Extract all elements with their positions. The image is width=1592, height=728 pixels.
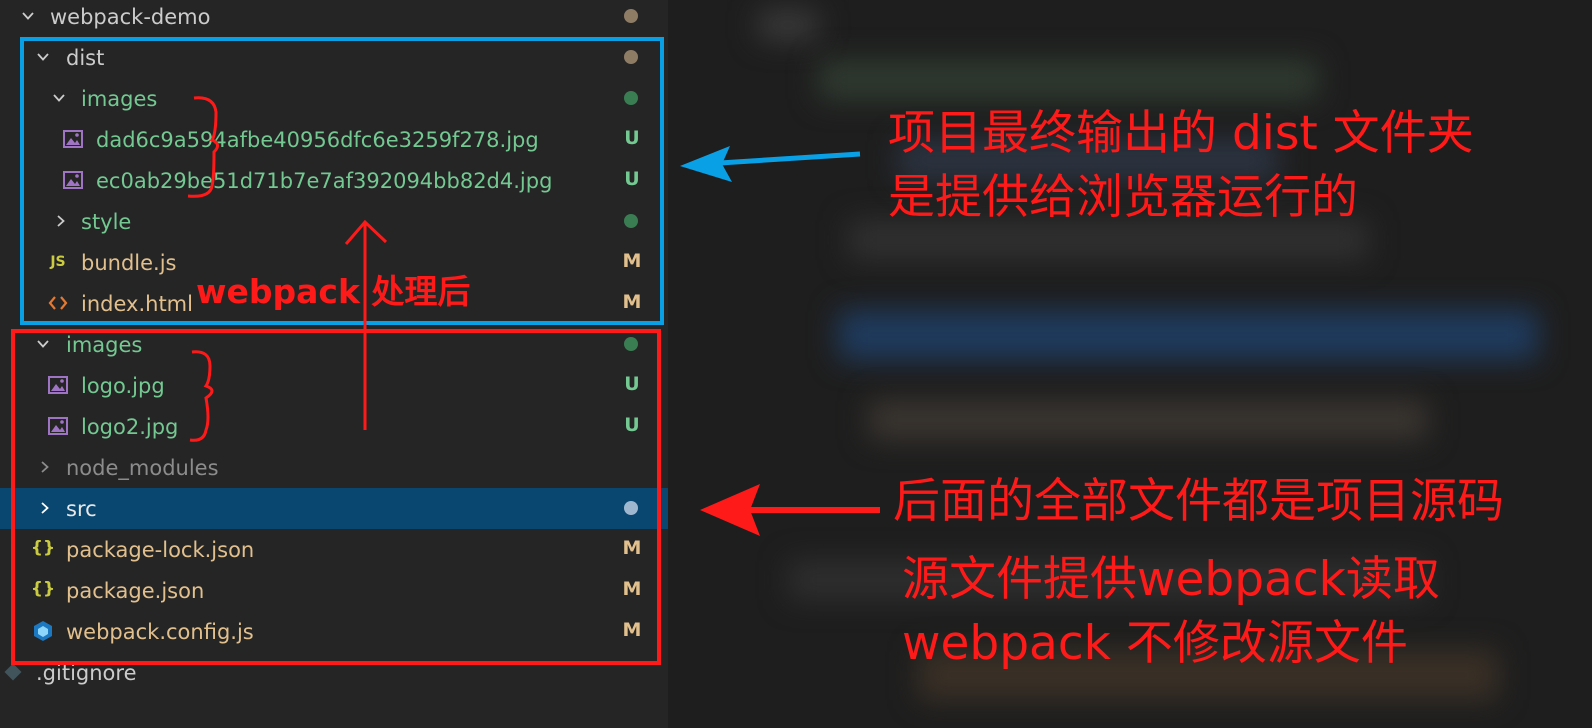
image-file-icon bbox=[62, 169, 84, 191]
html-file-icon bbox=[47, 292, 69, 314]
git-status-badge: U bbox=[624, 414, 640, 436]
tree-item-src[interactable]: src bbox=[0, 488, 668, 529]
tree-item-file[interactable]: webpack.config.js M bbox=[0, 611, 668, 652]
tree-item-label: src bbox=[66, 496, 97, 521]
tree-item-root[interactable]: webpack-demo bbox=[0, 0, 668, 37]
blur-block bbox=[848, 220, 1368, 260]
src-note-line3: webpack 不修改源文件 bbox=[902, 616, 1408, 671]
js-file-icon: JS bbox=[50, 254, 66, 270]
json-file-icon: {} bbox=[30, 538, 56, 558]
status-dot bbox=[624, 50, 638, 64]
tree-item-dist-images[interactable]: images bbox=[0, 78, 668, 119]
git-status-badge: M bbox=[622, 250, 642, 272]
status-dot bbox=[624, 337, 638, 351]
tree-item-label: logo.jpg bbox=[81, 373, 165, 398]
git-file-icon bbox=[2, 661, 24, 683]
src-note-line2: 源文件提供webpack读取 bbox=[902, 552, 1440, 607]
json-file-icon: {} bbox=[30, 579, 56, 599]
git-status-badge: M bbox=[622, 578, 642, 600]
git-status-badge: U bbox=[624, 168, 640, 190]
tree-item-label: node_modules bbox=[66, 455, 219, 480]
image-file-icon bbox=[62, 128, 84, 150]
tree-item-label: dad6c9a594afbe40956dfc6e3259f278.jpg bbox=[96, 127, 539, 152]
tree-item-label: logo2.jpg bbox=[81, 414, 179, 439]
tree-item-images[interactable]: images bbox=[0, 324, 668, 365]
dist-note-line2: 是提供给浏览器运行的 bbox=[888, 170, 1358, 225]
tree-item-label: ec0ab29be51d71b7e7af392094bb82d4.jpg bbox=[96, 168, 553, 193]
tree-item-label: package.json bbox=[66, 578, 205, 603]
tree-item-label: dist bbox=[66, 45, 105, 70]
root-folder-label: webpack-demo bbox=[50, 4, 211, 29]
tree-item-file[interactable]: logo.jpg U bbox=[0, 365, 668, 406]
chevron-right-icon bbox=[38, 460, 52, 474]
image-file-icon bbox=[47, 374, 69, 396]
git-status-badge: M bbox=[622, 291, 642, 313]
tree-item-file[interactable]: {} package-lock.json M bbox=[0, 529, 668, 570]
process-note: webpack 处理后 bbox=[196, 272, 471, 311]
tree-item-label: bundle.js bbox=[81, 250, 177, 275]
image-file-icon bbox=[47, 415, 69, 437]
chevron-right-icon bbox=[38, 501, 52, 515]
blur-block bbox=[868, 400, 1428, 440]
tree-item-label: images bbox=[66, 332, 143, 357]
chevron-right-icon bbox=[54, 214, 68, 228]
blur-block bbox=[838, 310, 1538, 360]
tree-item-dist[interactable]: dist bbox=[0, 37, 668, 78]
tree-item-label: webpack.config.js bbox=[66, 619, 254, 644]
tree-item-file[interactable]: ec0ab29be51d71b7e7af392094bb82d4.jpg U bbox=[0, 160, 668, 201]
chevron-down-icon bbox=[36, 50, 50, 64]
webpack-cube-icon bbox=[32, 620, 54, 642]
chevron-down-icon bbox=[36, 337, 50, 351]
tree-item-file[interactable]: dad6c9a594afbe40956dfc6e3259f278.jpg U bbox=[0, 119, 668, 160]
tree-item-node-modules[interactable]: node_modules bbox=[0, 447, 668, 488]
tree-item-label: index.html bbox=[81, 291, 193, 316]
status-dot bbox=[624, 9, 638, 23]
tree-item-file[interactable]: logo2.jpg U bbox=[0, 406, 668, 447]
tree-item-file[interactable]: .gitignore bbox=[0, 652, 668, 693]
git-status-badge: M bbox=[622, 537, 642, 559]
tree-item-style[interactable]: style bbox=[0, 201, 668, 242]
chevron-down-icon bbox=[52, 91, 66, 105]
git-status-badge: U bbox=[624, 373, 640, 395]
git-status-badge: M bbox=[622, 619, 642, 641]
chevron-down-icon bbox=[21, 9, 35, 23]
src-note-line1: 后面的全部文件都是项目源码 bbox=[893, 474, 1504, 529]
git-status-badge: U bbox=[624, 127, 640, 149]
tree-item-label: style bbox=[81, 209, 132, 234]
tree-item-label: package-lock.json bbox=[66, 537, 255, 562]
dist-note-line1: 项目最终输出的 dist 文件夹 bbox=[888, 106, 1474, 161]
status-dot bbox=[624, 214, 638, 228]
file-explorer: webpack-demo dist images dad6c9a594afbe4… bbox=[0, 0, 668, 728]
tree-item-file[interactable]: {} package.json M bbox=[0, 570, 668, 611]
blur-block bbox=[758, 10, 818, 40]
status-dot bbox=[624, 91, 638, 105]
status-dot bbox=[624, 501, 638, 515]
blur-block bbox=[818, 60, 1318, 100]
tree-item-label: .gitignore bbox=[36, 660, 137, 685]
tree-item-label: images bbox=[81, 86, 158, 111]
